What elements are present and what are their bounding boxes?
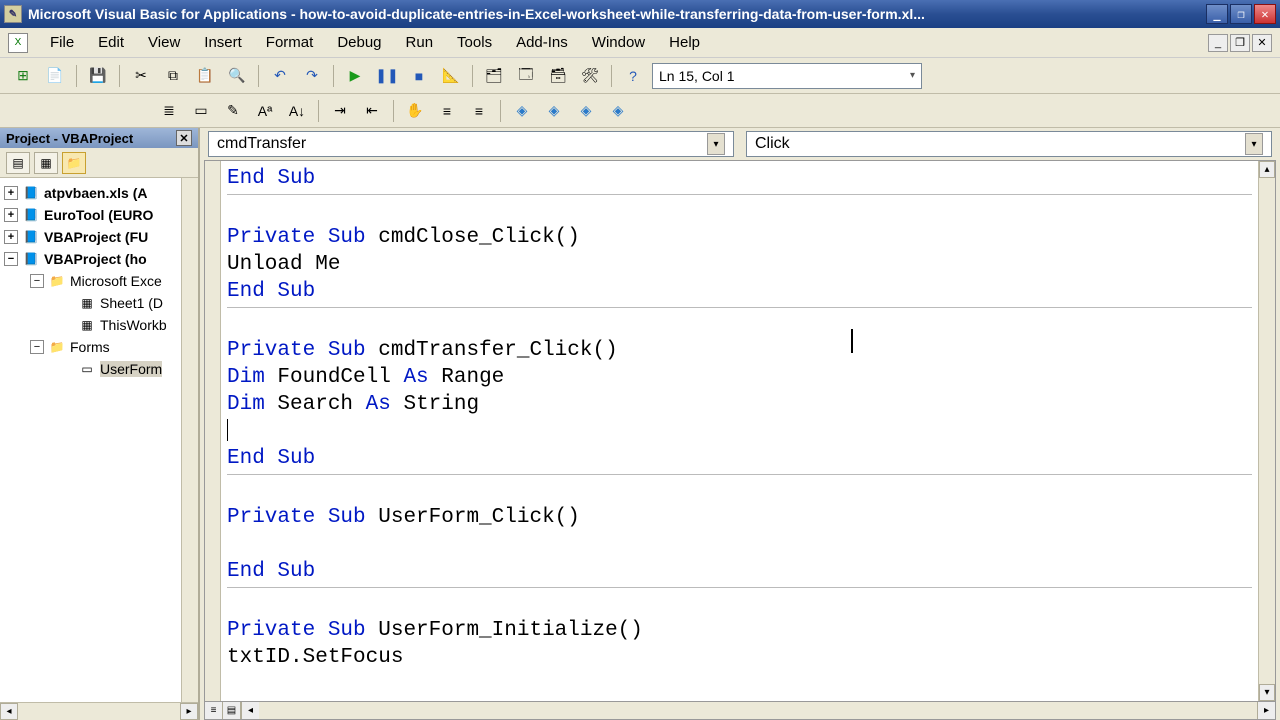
close-button[interactable]: ✕: [1254, 4, 1276, 24]
project-explorer-icon[interactable]: 🗂: [481, 63, 507, 89]
undo-icon[interactable]: ↶: [267, 63, 293, 89]
project-tree[interactable]: +📘atpvbaen.xls (A +📘EuroTool (EURO +📘VBA…: [0, 178, 198, 702]
menu-run[interactable]: Run: [396, 31, 444, 54]
indent-icon[interactable]: ⇥: [327, 98, 353, 124]
code-hscrollbar[interactable]: ≡ ▤ ◂ ▸: [204, 702, 1276, 720]
parameter-info-icon[interactable]: Aª: [252, 98, 278, 124]
paste-icon[interactable]: 📋: [192, 63, 218, 89]
tree-node-thisworkbook[interactable]: ▦ThisWorkb: [0, 314, 198, 336]
cut-icon[interactable]: ✂: [128, 63, 154, 89]
chevron-down-icon[interactable]: ▾: [910, 70, 915, 81]
menu-tools[interactable]: Tools: [447, 31, 502, 54]
code-editor[interactable]: End Sub Private Sub cmdClose_Click() Unl…: [221, 161, 1258, 701]
tree-node-forms[interactable]: −📁Forms: [0, 336, 198, 358]
scroll-up-icon[interactable]: ▴: [1259, 161, 1275, 178]
list-constants-icon[interactable]: ▭: [188, 98, 214, 124]
menu-edit[interactable]: Edit: [88, 31, 134, 54]
copy-icon[interactable]: ⧉: [160, 63, 186, 89]
project-vscrollbar[interactable]: [181, 178, 198, 702]
project-hscrollbar[interactable]: ◂ ▸: [0, 702, 198, 720]
help-icon[interactable]: ?: [620, 63, 646, 89]
menu-format[interactable]: Format: [256, 31, 324, 54]
project-pane-toolbar: ▤ ▦ 📁: [0, 148, 198, 178]
menu-window[interactable]: Window: [582, 31, 655, 54]
tree-node-sheet1[interactable]: ▦Sheet1 (D: [0, 292, 198, 314]
toggle-folders-icon[interactable]: 📁: [62, 152, 86, 174]
excel-icon[interactable]: X: [8, 33, 28, 53]
complete-word-icon[interactable]: A↓: [284, 98, 310, 124]
project-pane-title-bar[interactable]: Project - VBAProject ✕: [0, 128, 198, 148]
menu-debug[interactable]: Debug: [327, 31, 391, 54]
break-icon[interactable]: ❚❚: [374, 63, 400, 89]
view-excel-icon[interactable]: ⊞: [10, 63, 36, 89]
code-vscrollbar[interactable]: ▴ ▾: [1258, 161, 1275, 701]
menu-file[interactable]: File: [40, 31, 84, 54]
restore-button[interactable]: ❐: [1230, 4, 1252, 24]
window-title: Microsoft Visual Basic for Applications …: [28, 6, 1206, 22]
tree-node-eurotool[interactable]: +📘EuroTool (EURO: [0, 204, 198, 226]
reset-icon[interactable]: ■: [406, 63, 432, 89]
clear-bookmarks-icon[interactable]: ◈: [605, 98, 631, 124]
object-dropdown[interactable]: cmdTransfer ▾: [208, 131, 734, 157]
view-object-icon[interactable]: ▦: [34, 152, 58, 174]
procedure-dropdown[interactable]: Click ▾: [746, 131, 1272, 157]
menu-insert[interactable]: Insert: [194, 31, 252, 54]
code-window: cmdTransfer ▾ Click ▾ End Sub Private Su…: [200, 128, 1280, 720]
position-indicator: Ln 15, Col 1 ▾: [652, 63, 922, 89]
standard-toolbar: ⊞ 📄 💾 ✂ ⧉ 📋 🔍 ↶ ↷ ▶ ❚❚ ■ 📐 🗂 🗔 🗃 🛠 ? Ln …: [0, 58, 1280, 94]
run-icon[interactable]: ▶: [342, 63, 368, 89]
toggle-breakpoint-icon[interactable]: ✋: [402, 98, 428, 124]
tree-node-userform[interactable]: ▭UserForm: [0, 358, 198, 380]
text-cursor-icon: [851, 329, 853, 353]
menu-view[interactable]: View: [138, 31, 190, 54]
code-margin[interactable]: [205, 161, 221, 701]
toggle-bookmark-icon[interactable]: ◈: [509, 98, 535, 124]
menu-bar: X File Edit View Insert Format Debug Run…: [0, 28, 1280, 58]
chevron-down-icon[interactable]: ▾: [707, 133, 725, 155]
procedure-dropdown-value: Click: [755, 135, 790, 153]
position-text: Ln 15, Col 1: [659, 68, 735, 84]
scroll-down-icon[interactable]: ▾: [1259, 684, 1275, 701]
tree-node-atpvbaen[interactable]: +📘atpvbaen.xls (A: [0, 182, 198, 204]
list-properties-icon[interactable]: ≣: [156, 98, 182, 124]
mdi-minimize-button[interactable]: _: [1208, 34, 1228, 52]
scroll-left-icon[interactable]: ◂: [241, 702, 259, 719]
tree-node-vbaproject-fu[interactable]: +📘VBAProject (FU: [0, 226, 198, 248]
procedure-view-icon[interactable]: ≡: [205, 702, 223, 719]
design-mode-icon[interactable]: 📐: [438, 63, 464, 89]
menu-addins[interactable]: Add-Ins: [506, 31, 578, 54]
mdi-restore-button[interactable]: ❐: [1230, 34, 1250, 52]
outdent-icon[interactable]: ⇤: [359, 98, 385, 124]
next-bookmark-icon[interactable]: ◈: [541, 98, 567, 124]
quick-info-icon[interactable]: ✎: [220, 98, 246, 124]
project-explorer: Project - VBAProject ✕ ▤ ▦ 📁 +📘atpvbaen.…: [0, 128, 200, 720]
minimize-button[interactable]: _: [1206, 4, 1228, 24]
full-module-view-icon[interactable]: ▤: [223, 702, 241, 719]
insert-module-icon[interactable]: 📄: [42, 63, 68, 89]
object-browser-icon[interactable]: 🗃: [545, 63, 571, 89]
view-code-icon[interactable]: ▤: [6, 152, 30, 174]
scroll-left-icon[interactable]: ◂: [0, 703, 18, 720]
title-bar: ✎ Microsoft Visual Basic for Application…: [0, 0, 1280, 28]
properties-window-icon[interactable]: 🗔: [513, 63, 539, 89]
project-pane-title: Project - VBAProject: [6, 131, 133, 146]
object-dropdown-value: cmdTransfer: [217, 135, 306, 153]
tree-node-msexcel-objects[interactable]: −📁Microsoft Exce: [0, 270, 198, 292]
toolbox-icon[interactable]: 🛠: [577, 63, 603, 89]
vba-app-icon: ✎: [4, 5, 22, 23]
project-pane-close-icon[interactable]: ✕: [176, 130, 192, 146]
uncomment-block-icon[interactable]: ≡: [466, 98, 492, 124]
chevron-down-icon[interactable]: ▾: [1245, 133, 1263, 155]
menu-help[interactable]: Help: [659, 31, 710, 54]
scroll-right-icon[interactable]: ▸: [1257, 702, 1275, 719]
comment-block-icon[interactable]: ≡: [434, 98, 460, 124]
tree-node-vbaproject-ho[interactable]: −📘VBAProject (ho: [0, 248, 198, 270]
save-icon[interactable]: 💾: [85, 63, 111, 89]
edit-toolbar: ≣ ▭ ✎ Aª A↓ ⇥ ⇤ ✋ ≡ ≡ ◈ ◈ ◈ ◈: [0, 94, 1280, 128]
redo-icon[interactable]: ↷: [299, 63, 325, 89]
find-icon[interactable]: 🔍: [224, 63, 250, 89]
prev-bookmark-icon[interactable]: ◈: [573, 98, 599, 124]
scroll-right-icon[interactable]: ▸: [180, 703, 198, 720]
mdi-close-button[interactable]: ✕: [1252, 34, 1272, 52]
